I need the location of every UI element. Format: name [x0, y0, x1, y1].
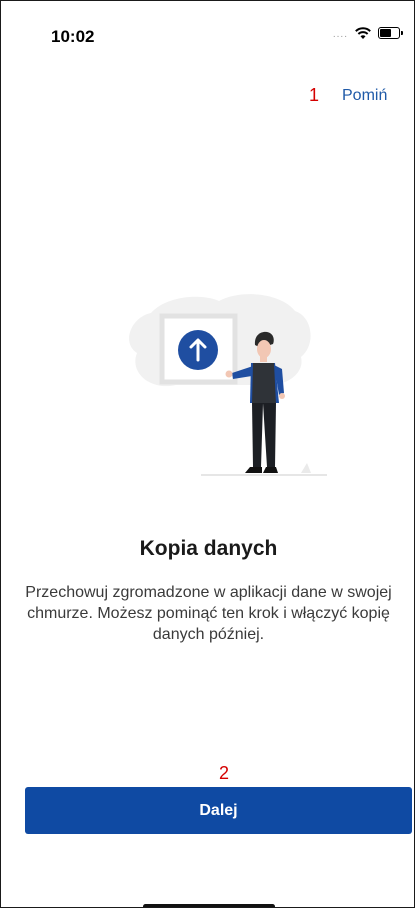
person-figure [225, 331, 285, 473]
next-button[interactable]: Dalej [25, 787, 412, 834]
annotation-marker-1: 1 [309, 85, 320, 105]
small-plant [301, 463, 311, 473]
wifi-icon [355, 26, 371, 39]
annotation-marker-2: 2 [219, 763, 230, 783]
cloud-shape [129, 294, 311, 387]
upload-arrow-icon [189, 338, 207, 362]
screen-frame [159, 313, 238, 385]
battery-icon [378, 26, 403, 39]
status-time: 10:02 [51, 27, 95, 46]
backup-illustration [129, 294, 327, 476]
page-description: Przechowuj zgromadzone w aplikacji dane … [25, 584, 392, 643]
home-indicator[interactable] [143, 904, 275, 907]
page-title: Kopia danych [139, 537, 278, 560]
status-icons: .... [332, 25, 403, 40]
skip-button[interactable]: Pomiń [342, 87, 387, 105]
phone-screen: 10:02 .... 1 2 Pomiń Kopia danych Przech… [0, 0, 415, 908]
signal-icon: .... [332, 29, 348, 40]
upload-circle [178, 330, 218, 370]
